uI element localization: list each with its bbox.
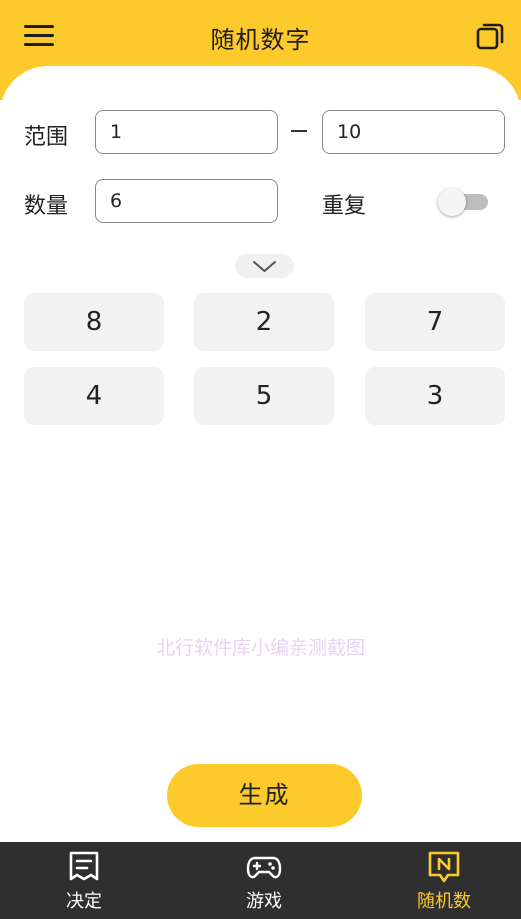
watermark-text: 北行软件库小编亲测截图 [155, 637, 365, 659]
nav-label: 决定 [66, 891, 102, 912]
result-cell: 3 [365, 367, 505, 425]
result-cell: 5 [194, 367, 334, 425]
nav-item-decide[interactable]: 决定 [24, 842, 144, 919]
result-cell: 7 [365, 293, 505, 351]
chevron-down-icon [253, 261, 276, 272]
page-title: 随机数字 [210, 26, 311, 54]
nav-label: 游戏 [246, 891, 282, 912]
repeat-label: 重复 [322, 194, 367, 219]
count-label: 数量 [24, 194, 69, 219]
decide-note-icon [69, 851, 99, 881]
generate-button[interactable]: 生成 [167, 764, 362, 827]
copy-icon[interactable] [474, 20, 506, 52]
nav-label: 随机数 [417, 891, 471, 912]
nav-item-random[interactable]: 随机数 [384, 842, 504, 919]
expand-button[interactable] [235, 254, 294, 278]
repeat-toggle[interactable] [438, 186, 490, 218]
toggle-knob [438, 188, 466, 216]
random-number-icon [428, 851, 460, 883]
count-input[interactable] [95, 179, 278, 223]
range-max-input[interactable] [322, 110, 505, 154]
result-cell: 8 [24, 293, 164, 351]
result-cell: 4 [24, 367, 164, 425]
range-label: 范围 [24, 125, 69, 150]
nav-item-games[interactable]: 游戏 [204, 842, 324, 919]
bottom-nav: 决定 游戏 随机数 [0, 842, 521, 919]
range-separator [291, 130, 307, 132]
range-min-input[interactable] [95, 110, 278, 154]
result-cell: 2 [194, 293, 334, 351]
gamepad-icon [246, 856, 282, 879]
